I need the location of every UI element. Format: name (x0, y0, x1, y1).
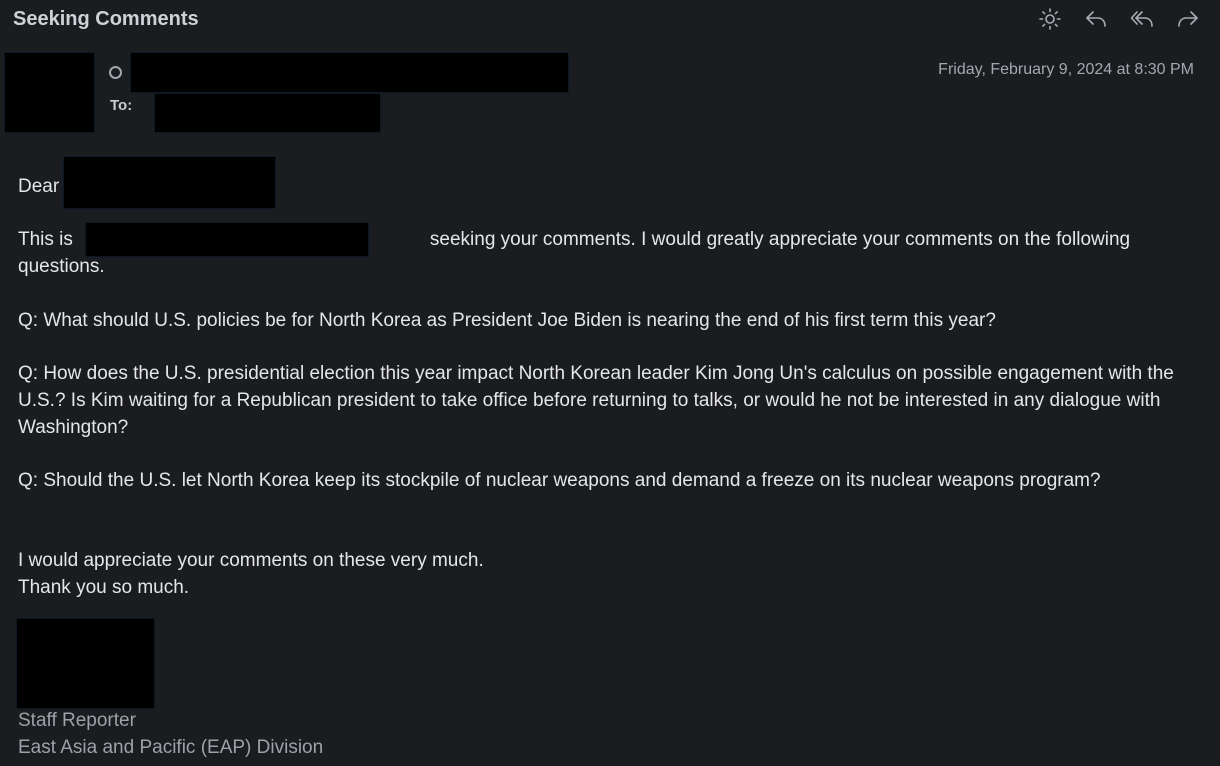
signature-name-redacted (16, 618, 155, 709)
sender-avatar-redacted (4, 52, 95, 133)
forward-icon (1178, 11, 1198, 27)
reply-all-icon (1130, 11, 1153, 27)
recipient-redacted (154, 93, 381, 133)
signature-title: Staff Reporter (18, 710, 136, 731)
to-label: To: (110, 97, 133, 114)
reply-button[interactable] (1080, 5, 1112, 33)
email-date: Friday, February 9, 2024 at 8:30 PM (938, 61, 1194, 78)
closing-line-1: I would appreciate your comments on thes… (18, 550, 484, 571)
question-3: Q: Should the U.S. let North Korea keep … (18, 470, 1101, 491)
status-circle-icon (109, 66, 122, 79)
sun-icon (1039, 8, 1061, 30)
email-closing: I would appreciate your comments on thes… (18, 547, 1198, 601)
greeting-name-redacted (63, 156, 276, 209)
question-2: Q: How does the U.S. presidential electi… (18, 363, 1174, 438)
appearance-button[interactable] (1034, 5, 1066, 33)
greeting-text: Dear (18, 176, 60, 197)
closing-line-2: Thank you so much. (18, 577, 190, 598)
email-toolbar (1034, 5, 1204, 33)
reply-all-button[interactable] (1126, 5, 1158, 33)
sender-name-redacted (130, 52, 569, 93)
intro-before-text: This is (18, 229, 73, 250)
email-subject: Seeking Comments (13, 8, 199, 30)
forward-button[interactable] (1172, 5, 1204, 33)
signature-division: East Asia and Pacific (EAP) Division (18, 737, 324, 758)
reply-icon (1086, 11, 1106, 27)
question-1: Q: What should U.S. policies be for Nort… (18, 310, 996, 331)
intro-name-redacted (85, 222, 369, 257)
